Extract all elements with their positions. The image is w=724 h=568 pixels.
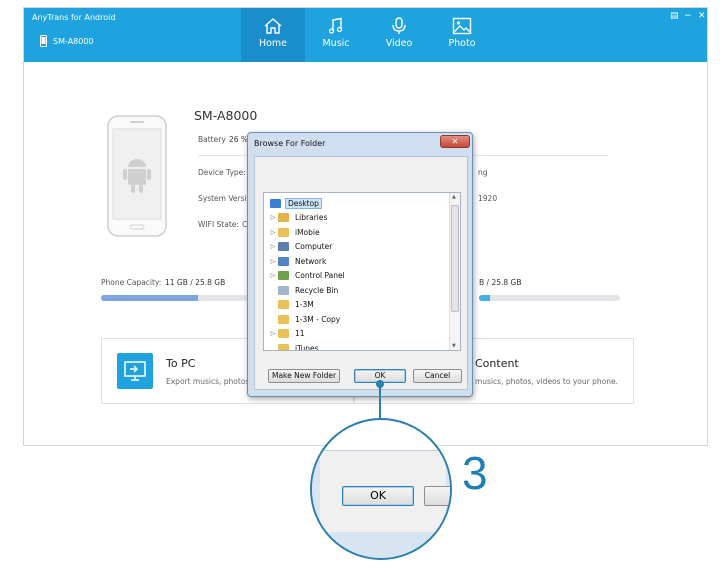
tree-item-label: Network [295, 256, 327, 266]
content-card-desc: musics, photos, videos to your phone. [475, 377, 618, 386]
device-label: SM-A8000 [53, 36, 94, 46]
desktop-icon [270, 198, 281, 208]
device-illustration [107, 115, 167, 241]
second-capacity-bar [479, 295, 620, 301]
callout-line [379, 383, 381, 421]
tree-item-label: 1-3M [295, 300, 314, 309]
control-panel-icon [278, 271, 289, 280]
tab-video[interactable]: Video [367, 8, 431, 62]
step-number: 3 [462, 447, 488, 499]
expand-arrow-icon[interactable]: ▷ [268, 258, 278, 265]
folder-icon [278, 343, 289, 350]
expand-arrow-icon[interactable]: ▷ [268, 229, 278, 236]
tree-item[interactable]: ▷ Libraries [268, 211, 329, 225]
photo-icon [452, 17, 472, 35]
tab-video-label: Video [385, 38, 413, 49]
app-title: AnyTrans for Android [32, 13, 116, 22]
second-capacity-value: B / 25.8 GB [479, 278, 522, 287]
tab-music[interactable]: Music [304, 8, 368, 62]
zoom-magnifier: OK [310, 418, 452, 560]
tree-item-label: Recycle Bin [295, 285, 339, 295]
video-icon [392, 17, 406, 34]
folder-icon [278, 314, 289, 324]
tree-item[interactable]: Recycle Bin [268, 283, 340, 297]
to-pc-desc: Export musics, photos, [166, 377, 252, 386]
tree-item-label: 11 [295, 329, 305, 338]
tree-scrollbar[interactable]: ▲ ▼ [449, 193, 460, 350]
tab-photo[interactable]: Photo [430, 8, 494, 62]
expand-arrow-icon[interactable]: ▷ [268, 272, 278, 279]
recycle-bin-icon [278, 285, 289, 295]
device-type-value: ng [478, 168, 488, 177]
title-bar: AnyTrans for Android SM-A8000 Home Music… [24, 8, 707, 62]
expand-arrow-icon[interactable]: ▷ [268, 243, 278, 250]
tree-item[interactable]: ▷ Control Panel [268, 269, 347, 283]
music-icon [328, 17, 343, 34]
libraries-icon [278, 213, 289, 222]
battery-value: 26 % [229, 135, 249, 144]
zoom-ok-button: OK [342, 486, 414, 506]
scroll-down-icon[interactable]: ▼ [452, 343, 456, 349]
tree-item-label: Desktop [285, 197, 322, 209]
android-phone-icon [107, 115, 167, 237]
scroll-thumb[interactable] [451, 205, 459, 312]
tab-photo-label: Photo [448, 38, 476, 49]
resolution-value: 1920 [478, 194, 498, 203]
phone-capacity-value: 11 GB / 25.8 GB [165, 278, 226, 287]
device-type-label: Device Type: [198, 168, 246, 177]
computer-icon [278, 242, 289, 251]
browse-for-folder-dialog: Browse For Folder ✕ ▲ ▼ Desktop ▷ Librarie… [247, 132, 473, 397]
tree-item[interactable]: ▷ Network [268, 254, 328, 268]
menu-icon[interactable]: ▤ [670, 11, 679, 21]
tree-item-label: iTunes [295, 343, 319, 351]
wifi-label: WIFI State: [198, 220, 239, 229]
phone-icon [40, 35, 47, 47]
network-icon [278, 256, 289, 266]
expand-arrow-icon[interactable]: ▷ [268, 214, 278, 221]
tree-item-label: Computer [295, 242, 333, 251]
minimize-icon[interactable]: − [684, 11, 692, 21]
tree-item-label: Control Panel [295, 271, 345, 280]
phone-capacity-label: Phone Capacity: [101, 278, 162, 287]
tree-item[interactable]: iTunes [268, 341, 321, 351]
folder-icon [278, 300, 289, 309]
expand-arrow-icon[interactable]: ▷ [268, 330, 278, 337]
folder-icon [278, 329, 289, 338]
tree-item-label: 1-3M - Copy [295, 314, 341, 324]
scroll-up-icon[interactable]: ▲ [452, 194, 456, 200]
cancel-button[interactable]: Cancel [413, 369, 462, 383]
device-name: SM-A8000 [194, 108, 258, 123]
tree-item[interactable]: ▷ Computer [268, 240, 334, 254]
dialog-close-button[interactable]: ✕ [440, 135, 470, 148]
tree-item-label: iMobie [295, 227, 320, 237]
dialog-body: ▲ ▼ Desktop ▷ Libraries ▷ iMobie ▷ Computer ▷ Ne… [254, 156, 468, 390]
tree-item[interactable]: ▷ 11 [268, 327, 307, 341]
system-version-label: System Versio [198, 194, 252, 203]
user-folder-icon [278, 227, 289, 237]
make-new-folder-button[interactable]: Make New Folder [268, 369, 340, 383]
battery-label: Battery [198, 135, 226, 144]
tree-item[interactable]: Desktop [270, 196, 322, 210]
content-card-title: Content [475, 357, 519, 370]
tree-item[interactable]: 1-3M [268, 298, 316, 312]
zoom-cancel-button [424, 486, 450, 506]
tab-home-label: Home [258, 38, 288, 49]
tree-item[interactable]: ▷ iMobie [268, 225, 322, 239]
home-icon [264, 18, 282, 34]
device-selector[interactable]: SM-A8000 [40, 35, 94, 47]
folder-tree[interactable]: ▲ ▼ Desktop ▷ Libraries ▷ iMobie ▷ Computer ▷ Ne… [263, 192, 461, 351]
dialog-title: Browse For Folder [254, 139, 326, 148]
tree-item-label: Libraries [295, 213, 328, 222]
tree-item[interactable]: 1-3M - Copy [268, 312, 342, 326]
tab-home[interactable]: Home [241, 8, 305, 62]
to-pc-icon [117, 353, 153, 389]
to-pc-title: To PC [166, 357, 196, 370]
close-icon[interactable]: ✕ [698, 11, 706, 21]
tab-music-label: Music [322, 38, 350, 49]
